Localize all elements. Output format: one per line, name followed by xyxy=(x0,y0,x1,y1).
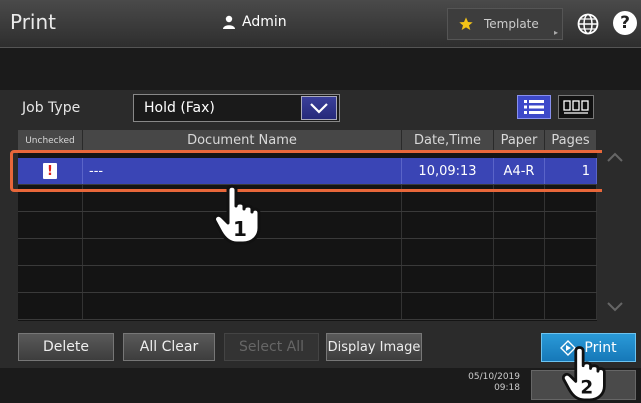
step-one-label: 1 xyxy=(233,217,247,241)
list-view-button[interactable] xyxy=(517,95,551,119)
column-header-unchecked[interactable]: Unchecked xyxy=(18,130,83,151)
current-time: 09:18 xyxy=(494,383,520,393)
column-header-date-time[interactable]: Date,Time xyxy=(402,130,494,151)
select-all-button[interactable]: Select All xyxy=(224,333,319,361)
chevron-down-icon xyxy=(310,103,328,114)
column-header-pages[interactable]: Pages xyxy=(545,130,597,151)
table-row-empty xyxy=(18,266,597,293)
list-view-icon xyxy=(524,100,544,114)
current-date: 05/10/2019 xyxy=(468,372,520,382)
delete-button[interactable]: Delete xyxy=(18,333,114,361)
table-row-empty xyxy=(18,212,597,239)
step-two-label: 2 xyxy=(580,377,593,398)
thumbnail-view-button[interactable] xyxy=(558,95,594,119)
language-button[interactable] xyxy=(576,12,600,36)
table-row-empty xyxy=(18,293,597,320)
table-scrollbar[interactable] xyxy=(602,145,628,321)
selection-highlight xyxy=(10,150,606,192)
job-type-label: Job Type xyxy=(22,100,81,116)
table-row-empty xyxy=(18,239,597,266)
tap-pointer-hand-icon-2: 2 xyxy=(561,346,606,402)
table-header: Unchecked Document Name Date,Time Paper … xyxy=(18,130,597,152)
thumbnail-view-icon xyxy=(563,100,589,114)
template-button[interactable]: Template ▸ xyxy=(447,8,563,40)
user-icon xyxy=(223,15,235,29)
all-clear-button[interactable]: All Clear xyxy=(123,333,215,361)
message-bar xyxy=(0,48,641,90)
user-indicator[interactable]: Admin xyxy=(222,14,287,30)
date-time-display: 05/10/2019 09:18 xyxy=(430,372,520,394)
user-name: Admin xyxy=(242,14,287,30)
tap-pointer-hand-icon: 1 xyxy=(213,184,261,245)
top-bar: Print Admin Template ▸ ? xyxy=(0,0,641,48)
scroll-down-icon[interactable] xyxy=(606,301,624,313)
job-type-dropdown-button[interactable] xyxy=(301,96,337,120)
page-title: Print xyxy=(10,10,57,34)
template-arrow-icon: ▸ xyxy=(553,28,558,37)
job-type-select[interactable]: Hold (Fax) xyxy=(133,94,340,122)
job-type-value: Hold (Fax) xyxy=(144,100,215,116)
column-header-paper[interactable]: Paper xyxy=(494,130,545,151)
help-icon[interactable]: ? xyxy=(613,11,637,35)
template-label: Template xyxy=(484,17,539,31)
column-header-document-name[interactable]: Document Name xyxy=(83,130,402,151)
globe-icon xyxy=(577,13,599,35)
display-image-button[interactable]: Display Image xyxy=(326,333,422,361)
star-icon xyxy=(459,17,473,30)
scroll-up-icon[interactable] xyxy=(606,151,624,163)
